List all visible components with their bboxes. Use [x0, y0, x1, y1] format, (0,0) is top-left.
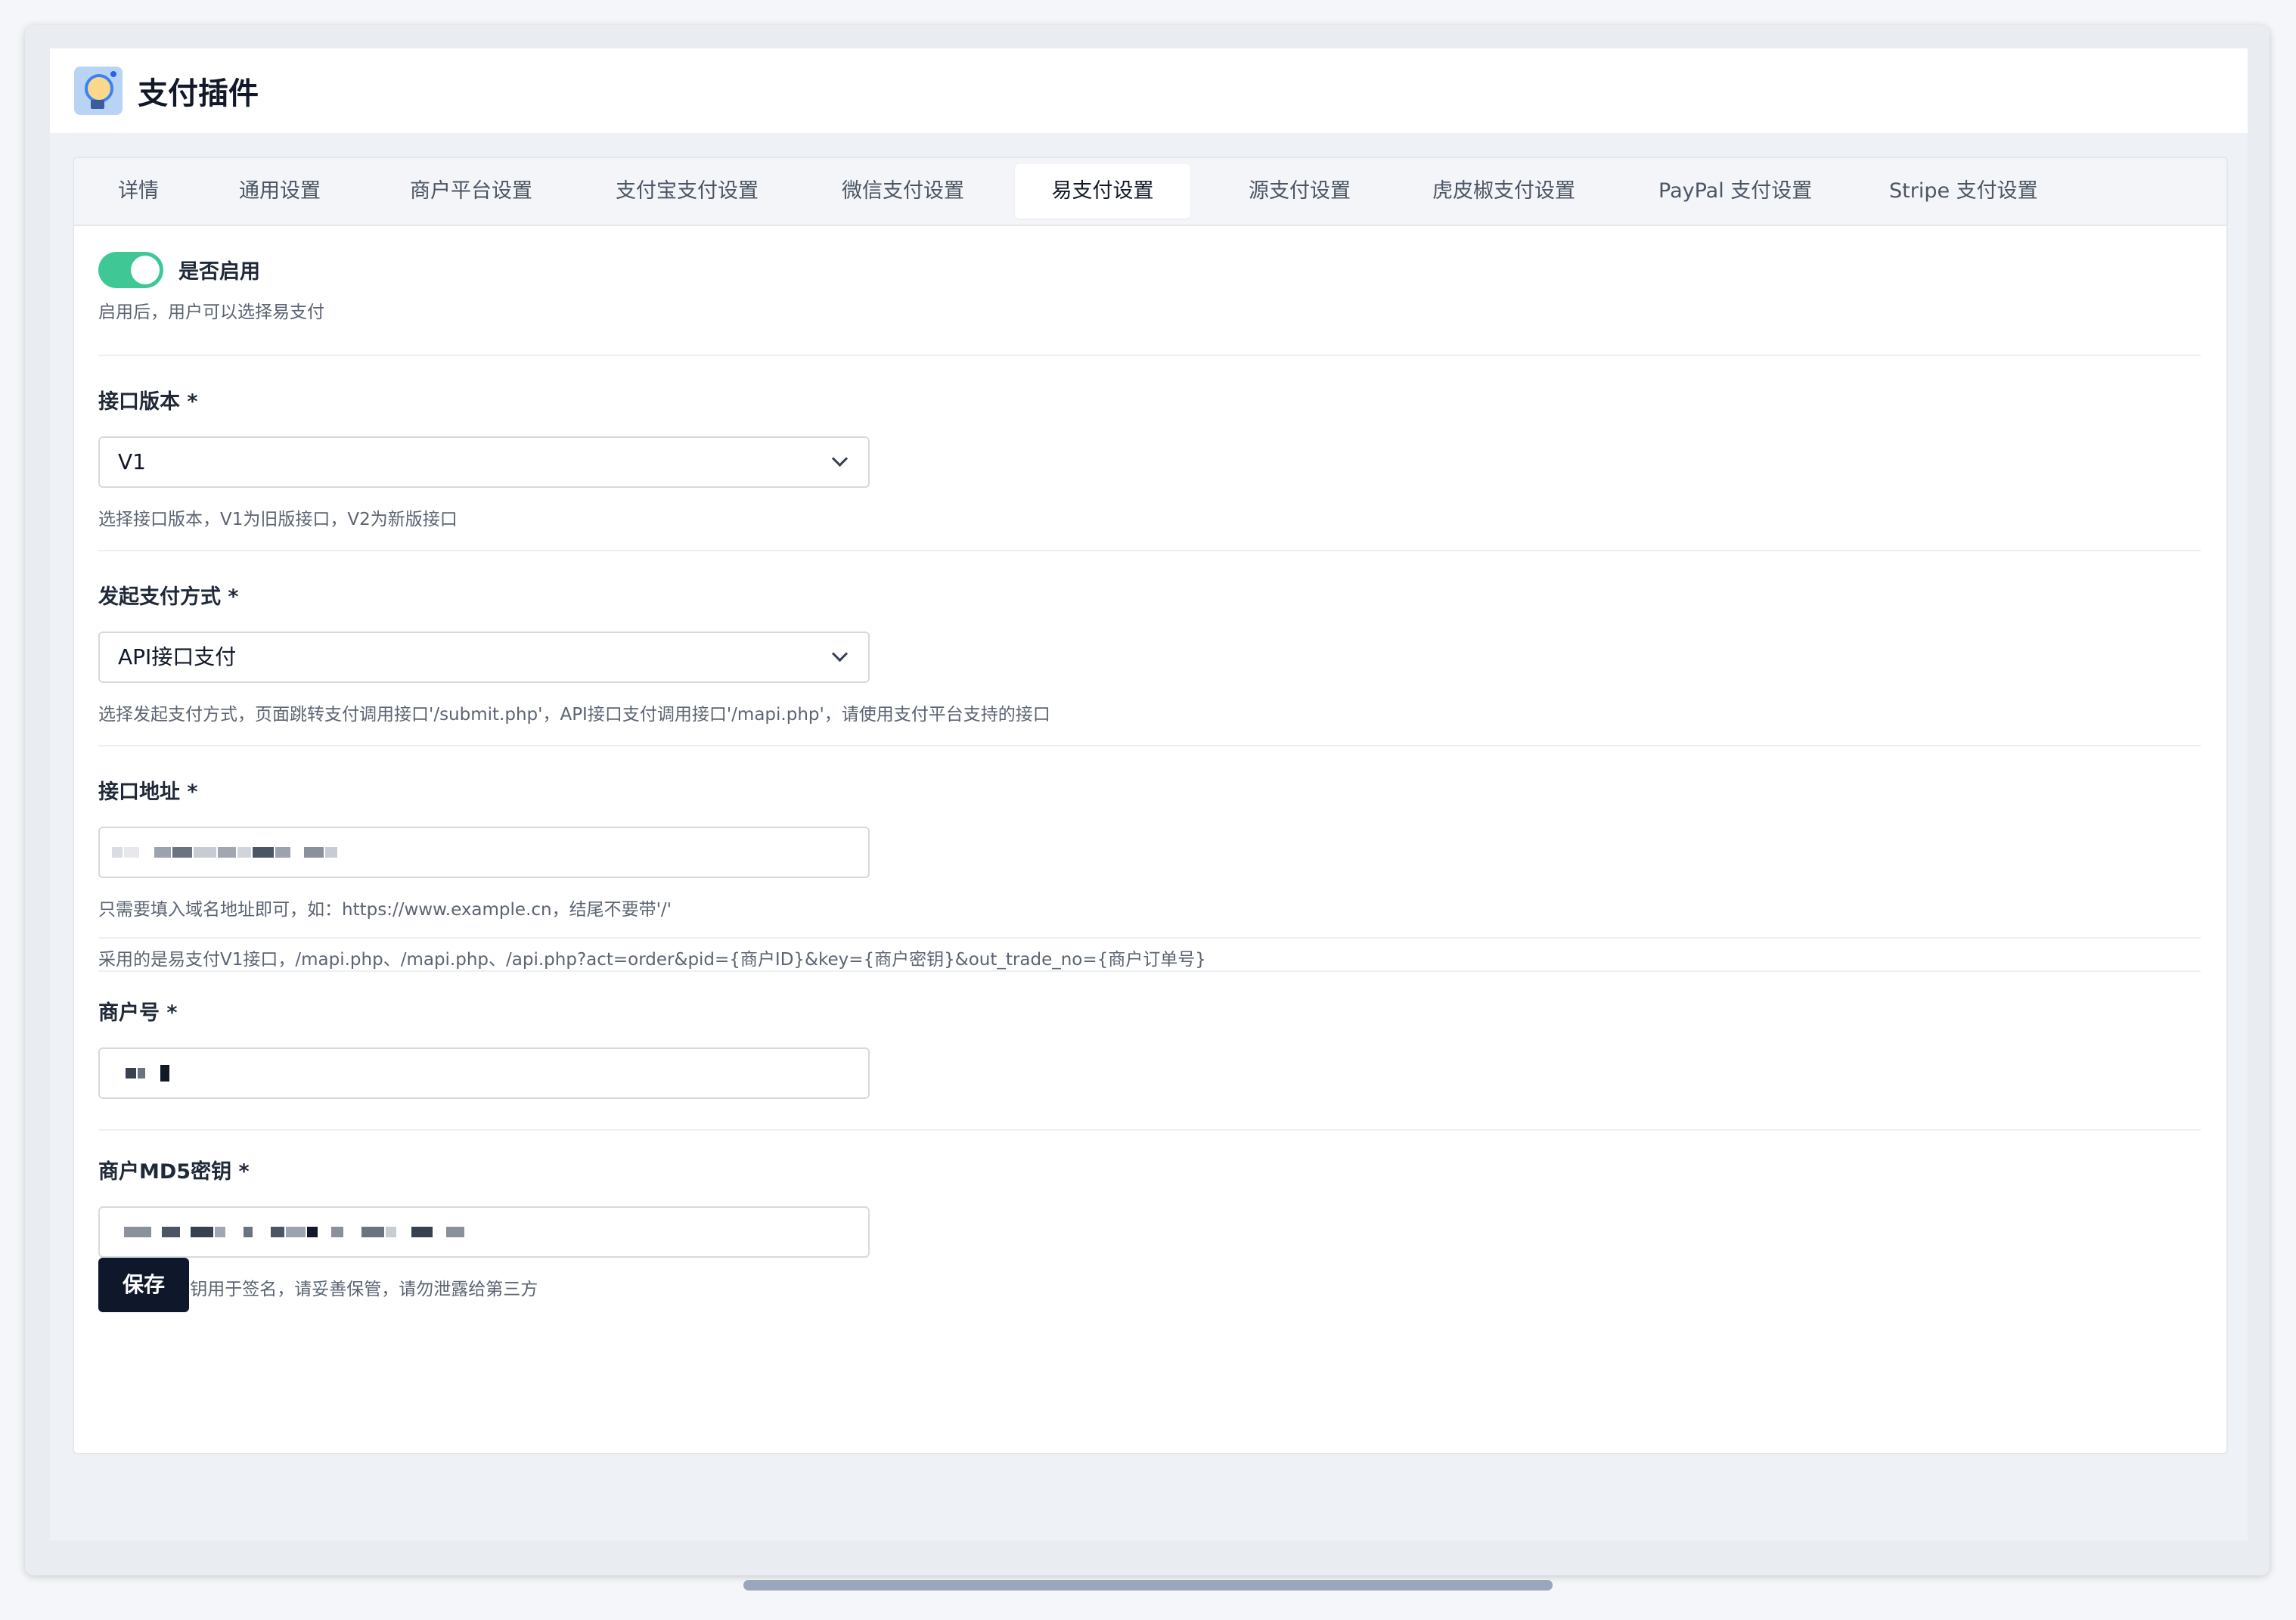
settings-card: 详情 通用设置 商户平台设置 支付宝支付设置 微信支付设置 易支付设置 源支付设…	[73, 157, 2228, 1454]
tab-alipay-settings[interactable]: 支付宝支付设置	[616, 164, 759, 219]
enable-toggle-label: 是否启用	[178, 260, 260, 284]
tab-source-pay-settings[interactable]: 源支付设置	[1249, 164, 1351, 219]
merchant-key-input[interactable]	[98, 1206, 870, 1258]
divider	[98, 550, 2201, 551]
redacted-value	[126, 1049, 171, 1097]
chevron-down-icon	[831, 450, 849, 467]
tab-merchant-platform-settings[interactable]: 商户平台设置	[410, 164, 532, 219]
tab-wechat-pay-settings[interactable]: 微信支付设置	[842, 164, 964, 219]
tab-details[interactable]: 详情	[118, 164, 159, 219]
api-version-select[interactable]: V1	[98, 436, 870, 488]
merchant-id-input[interactable]	[98, 1047, 870, 1099]
tab-bar: 详情 通用设置 商户平台设置 支付宝支付设置 微信支付设置 易支付设置 源支付设…	[74, 158, 2226, 226]
pay-method-label: 发起支付方式 *	[98, 585, 239, 609]
api-url-input[interactable]	[98, 827, 870, 878]
app-window: 支付插件 详情 通用设置 商户平台设置 支付宝支付设置 微信支付设置 易支付设置…	[25, 25, 2270, 1575]
tab-epay-settings[interactable]: 易支付设置	[1015, 164, 1190, 219]
horizontal-scrollbar[interactable]	[743, 1580, 1553, 1591]
enable-hint: 启用后，用户可以选择易支付	[98, 303, 324, 322]
divider	[98, 745, 2201, 746]
divider	[98, 1129, 2201, 1131]
api-url-hint: 只需要填入域名地址即可，如：https://www.example.cn，结尾不…	[98, 900, 672, 920]
tab-xunhupay-settings[interactable]: 虎皮椒支付设置	[1432, 164, 1575, 219]
divider	[98, 355, 2201, 356]
tab-paypal-settings[interactable]: PayPal 支付设置	[1658, 164, 1812, 219]
pay-method-select[interactable]: API接口支付	[98, 632, 870, 683]
save-button[interactable]: 保存	[98, 1258, 189, 1312]
chevron-down-icon	[831, 645, 849, 663]
enable-toggle[interactable]	[98, 252, 163, 288]
plugin-lightbulb-icon	[74, 67, 123, 115]
pay-method-value: API接口支付	[118, 644, 237, 669]
tab-stripe-settings[interactable]: Stripe 支付设置	[1889, 164, 2038, 219]
api-url-label: 接口地址 *	[98, 781, 198, 804]
merchant-id-label: 商户号 *	[98, 1001, 178, 1025]
divider	[98, 937, 2201, 939]
page-header: 支付插件	[50, 48, 2248, 133]
api-version-value: V1	[118, 449, 146, 474]
api-version-hint: 选择接口版本，V1为旧版接口，V2为新版接口	[98, 510, 458, 529]
page-title: 支付插件	[138, 76, 259, 111]
api-version-label: 接口版本 *	[98, 390, 198, 414]
api-url-note: 采用的是易支付V1接口，/mapi.php、/mapi.php、/api.php…	[98, 950, 1206, 970]
content-area: 支付插件 详情 通用设置 商户平台设置 支付宝支付设置 微信支付设置 易支付设置…	[50, 48, 2248, 1541]
redacted-value	[124, 1208, 466, 1256]
tab-general-settings[interactable]: 通用设置	[239, 164, 321, 219]
toggle-knob	[131, 256, 160, 284]
pay-method-hint: 选择发起支付方式，页面跳转支付调用接口'/submit.php'，API接口支付…	[98, 705, 1050, 725]
divider	[98, 970, 2201, 972]
redacted-value	[112, 828, 339, 877]
merchant-key-label: 商户MD5密钥 *	[98, 1160, 250, 1184]
